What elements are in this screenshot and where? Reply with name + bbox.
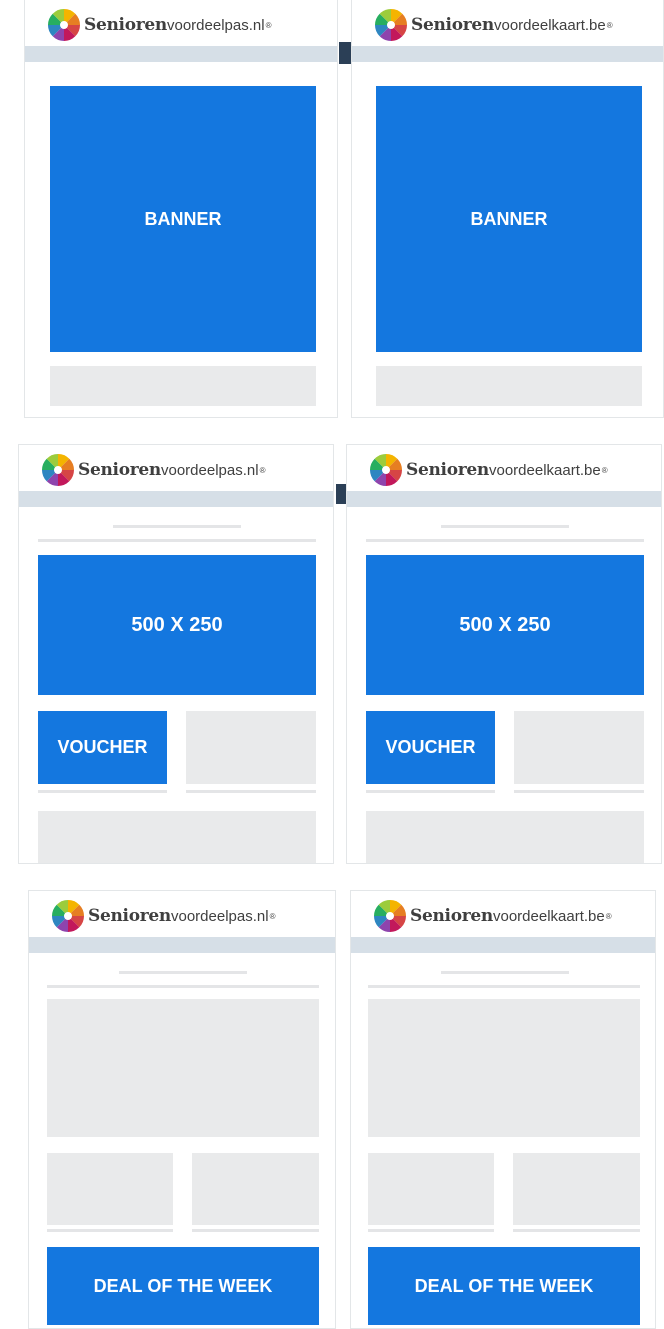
placeholder-block xyxy=(47,1153,173,1225)
card-nl-voucher: Senioren voordeelpas.nl ® 500 X 250 VOUCHE… xyxy=(18,444,334,864)
separator-marker xyxy=(339,42,351,64)
divider-line xyxy=(186,790,316,793)
placeholder-block xyxy=(376,366,642,406)
divider-line xyxy=(441,525,569,528)
divider-line xyxy=(368,1229,494,1232)
placeholder-block xyxy=(192,1153,319,1225)
pinwheel-logo-icon xyxy=(52,900,84,932)
divider-line xyxy=(113,525,241,528)
banner-block[interactable]: BANNER xyxy=(376,86,642,352)
brand-name-bold: Senioren xyxy=(84,15,167,35)
brand-logo-be[interactable]: Senioren voordeelkaart.be ® xyxy=(373,900,612,932)
card-header: Senioren voordeelkaart.be ® xyxy=(351,891,655,937)
voucher-block[interactable]: VOUCHER xyxy=(366,711,495,784)
brand-logo-nl[interactable]: Senioren voordeelpas.nl ® xyxy=(41,454,266,486)
banner-500x250[interactable]: 500 X 250 xyxy=(38,555,316,695)
registered-mark: ® xyxy=(601,465,608,475)
brand-name-bold: Senioren xyxy=(410,906,493,926)
card-be-voucher: Senioren voordeelkaart.be ® 500 X 250 VOUC… xyxy=(346,444,662,864)
header-bar xyxy=(347,491,661,507)
divider-line xyxy=(119,971,247,974)
deal-label: DEAL OF THE WEEK xyxy=(93,1275,273,1296)
brand-logo-nl[interactable]: Senioren voordeelpas.nl ® xyxy=(51,900,276,932)
divider-line xyxy=(47,985,319,988)
card-header: Senioren voordeelkaart.be ® xyxy=(352,0,663,46)
banner-size-label: 500 X 250 xyxy=(459,613,551,636)
banner-500x250[interactable]: 500 X 250 xyxy=(366,555,644,695)
placeholder-block xyxy=(47,999,319,1137)
registered-mark: ® xyxy=(265,20,272,30)
placeholder-block xyxy=(50,366,316,406)
card-nl-banner: Senioren voordeelpas.nl ® BANNER xyxy=(24,0,338,418)
voucher-label: VOUCHER xyxy=(385,737,476,757)
placeholder-block xyxy=(38,811,316,863)
separator-marker xyxy=(336,484,346,504)
registered-mark: ® xyxy=(259,465,266,475)
brand-logo-be[interactable]: Senioren voordeelkaart.be ® xyxy=(374,9,613,41)
banner-label: BANNER xyxy=(470,208,548,229)
brand-name-light: voordeelkaart.be xyxy=(493,16,606,34)
brand-logo-be[interactable]: Senioren voordeelkaart.be ® xyxy=(369,454,608,486)
banner-size-label: 500 X 250 xyxy=(131,613,223,636)
divider-line xyxy=(366,539,644,542)
banner-block[interactable]: BANNER xyxy=(50,86,316,352)
registered-mark: ® xyxy=(269,911,276,921)
brand-name-bold: Senioren xyxy=(78,460,161,480)
divider-line xyxy=(38,539,316,542)
pinwheel-logo-icon xyxy=(370,454,402,486)
voucher-block[interactable]: VOUCHER xyxy=(38,711,167,784)
brand-name-light: voordeelpas.nl xyxy=(160,461,259,479)
placeholder-block xyxy=(186,711,316,784)
brand-name-bold: Senioren xyxy=(88,906,171,926)
placeholder-block xyxy=(368,999,640,1137)
brand-name-bold: Senioren xyxy=(411,15,494,35)
header-bar xyxy=(25,46,337,62)
brand-logo-nl[interactable]: Senioren voordeelpas.nl ® xyxy=(47,9,272,41)
pinwheel-logo-icon xyxy=(42,454,74,486)
card-be-banner: Senioren voordeelkaart.be ® BANNER xyxy=(351,0,664,418)
placeholder-block xyxy=(368,1153,494,1225)
placeholder-block xyxy=(366,811,644,863)
divider-line xyxy=(47,1229,173,1232)
registered-mark: ® xyxy=(606,20,613,30)
card-be-deal: Senioren voordeelkaart.be ® DEAL OF THE WE… xyxy=(350,890,656,1329)
pinwheel-logo-icon xyxy=(374,900,406,932)
placeholder-block xyxy=(513,1153,640,1225)
deal-label: DEAL OF THE WEEK xyxy=(414,1275,594,1296)
divider-line xyxy=(513,1229,640,1232)
card-header: Senioren voordeelpas.nl ® xyxy=(25,0,337,46)
pinwheel-logo-icon xyxy=(375,9,407,41)
voucher-label: VOUCHER xyxy=(57,737,148,757)
header-bar xyxy=(351,937,655,953)
header-bar xyxy=(29,937,335,953)
divider-line xyxy=(441,971,569,974)
brand-name-bold: Senioren xyxy=(406,460,489,480)
header-bar xyxy=(19,491,333,507)
deal-of-the-week-block[interactable]: DEAL OF THE WEEK xyxy=(47,1247,319,1325)
placeholder-block xyxy=(514,711,644,784)
card-nl-deal: Senioren voordeelpas.nl ® DEAL OF THE WEEK xyxy=(28,890,336,1329)
registered-mark: ® xyxy=(605,911,612,921)
divider-line xyxy=(192,1229,319,1232)
divider-line xyxy=(38,790,167,793)
brand-name-light: voordeelkaart.be xyxy=(492,907,605,925)
header-bar xyxy=(352,46,663,62)
divider-line xyxy=(514,790,644,793)
banner-label: BANNER xyxy=(144,208,222,229)
brand-name-light: voordeelpas.nl xyxy=(166,16,265,34)
card-header: Senioren voordeelpas.nl ® xyxy=(29,891,335,937)
brand-name-light: voordeelkaart.be xyxy=(488,461,601,479)
pinwheel-logo-icon xyxy=(48,9,80,41)
divider-line xyxy=(368,985,640,988)
deal-of-the-week-block[interactable]: DEAL OF THE WEEK xyxy=(368,1247,640,1325)
card-header: Senioren voordeelkaart.be ® xyxy=(347,445,661,491)
card-header: Senioren voordeelpas.nl ® xyxy=(19,445,333,491)
brand-name-light: voordeelpas.nl xyxy=(170,907,269,925)
divider-line xyxy=(366,790,495,793)
